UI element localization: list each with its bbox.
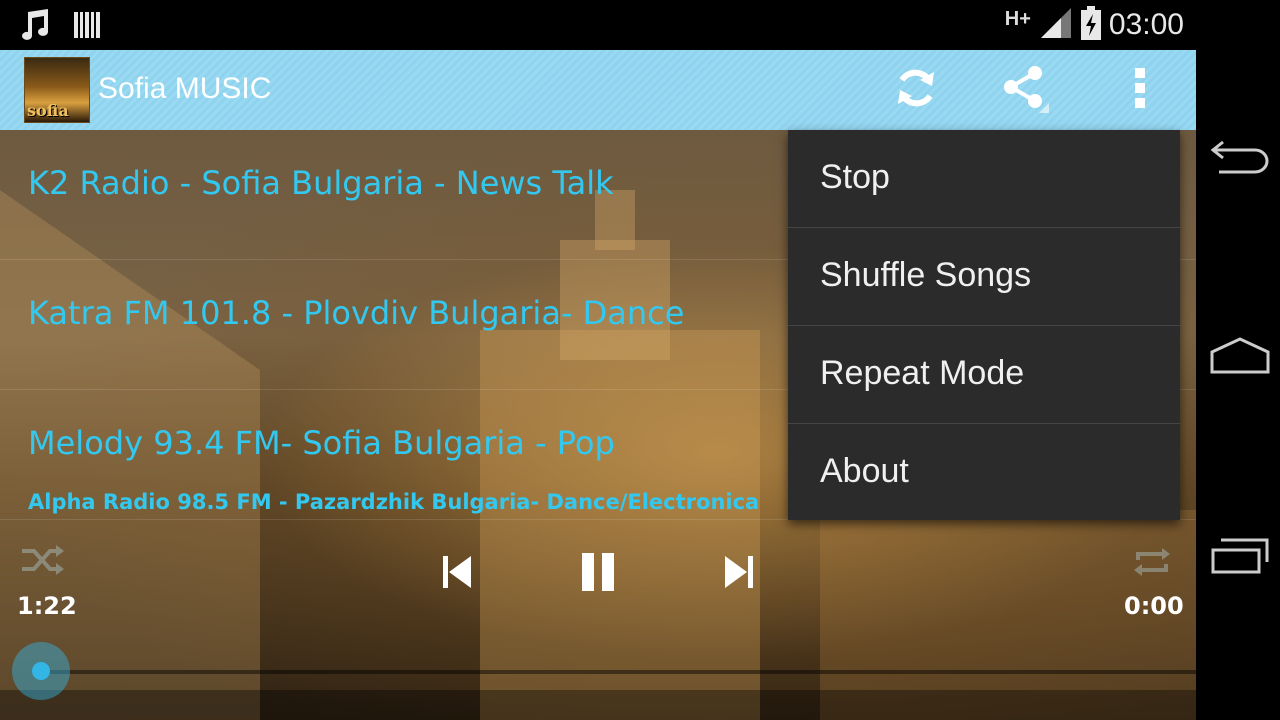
share-icon	[1001, 63, 1051, 117]
total-time: 0:00	[1124, 592, 1184, 620]
station-label: Melody 93.4 FM- Sofia Bulgaria - Pop	[28, 424, 615, 462]
menu-item-label: Shuffle Songs	[820, 256, 1032, 294]
app-logo[interactable]: sofia	[24, 57, 90, 123]
seek-thumb-dot	[32, 662, 50, 680]
menu-item-label: About	[820, 452, 909, 490]
status-bar: H+ 03:00	[0, 0, 1196, 50]
signal-icon	[1039, 6, 1073, 44]
app-title: Sofia MUSIC	[98, 72, 272, 105]
network-type: H+	[1004, 7, 1031, 30]
home-button[interactable]	[1210, 336, 1270, 380]
refresh-icon	[892, 64, 940, 116]
station-label: K2 Radio - Sofia Bulgaria - News Talk	[28, 164, 614, 202]
clock: 03:00	[1108, 8, 1184, 41]
menu-item-shuffle-songs[interactable]: Shuffle Songs	[788, 228, 1180, 326]
barcode-icon	[74, 10, 100, 44]
navigation-bar	[1196, 0, 1280, 720]
shuffle-icon	[20, 543, 66, 581]
menu-item-stop[interactable]: Stop	[788, 130, 1180, 228]
skip-next-icon	[723, 556, 753, 592]
overflow-menu-icon	[1134, 66, 1146, 114]
elapsed-time: 1:22	[17, 592, 77, 620]
share-button[interactable]	[1000, 64, 1052, 116]
system-status: H+ 03:00	[1005, 6, 1184, 44]
seek-bar[interactable]	[40, 670, 1196, 674]
repeat-icon	[1132, 544, 1172, 584]
music-note-icon	[18, 8, 52, 46]
overflow-menu-button[interactable]	[1114, 64, 1166, 116]
pause-button[interactable]	[576, 550, 620, 598]
now-playing-title: Alpha Radio 98.5 FM - Pazardzhik Bulgari…	[28, 490, 760, 514]
previous-button[interactable]	[436, 552, 480, 596]
action-bar: sofia Sofia MUSIC	[0, 50, 1196, 130]
back-button[interactable]	[1210, 136, 1270, 180]
back-icon	[1209, 136, 1271, 180]
menu-item-label: Stop	[820, 158, 890, 196]
next-button[interactable]	[716, 552, 760, 596]
menu-item-repeat-mode[interactable]: Repeat Mode	[788, 326, 1180, 424]
skip-previous-icon	[443, 556, 473, 592]
recent-apps-icon	[1209, 536, 1271, 580]
home-icon	[1209, 336, 1271, 380]
notification-icons	[18, 8, 100, 46]
repeat-button[interactable]	[1128, 542, 1176, 586]
seek-bar-thumb[interactable]	[12, 642, 70, 700]
station-label: Katra FM 101.8 - Plovdiv Bulgaria- Dance	[28, 294, 685, 332]
shuffle-button[interactable]	[18, 540, 68, 584]
pause-icon	[580, 553, 616, 595]
app-logo-text: sofia	[27, 101, 69, 120]
menu-item-about[interactable]: About	[788, 424, 1180, 522]
recent-apps-button[interactable]	[1210, 536, 1270, 580]
overflow-menu: Stop Shuffle Songs Repeat Mode About	[788, 130, 1180, 520]
battery-charging-icon	[1080, 6, 1101, 44]
refresh-button[interactable]	[890, 64, 942, 116]
menu-item-label: Repeat Mode	[820, 354, 1025, 392]
